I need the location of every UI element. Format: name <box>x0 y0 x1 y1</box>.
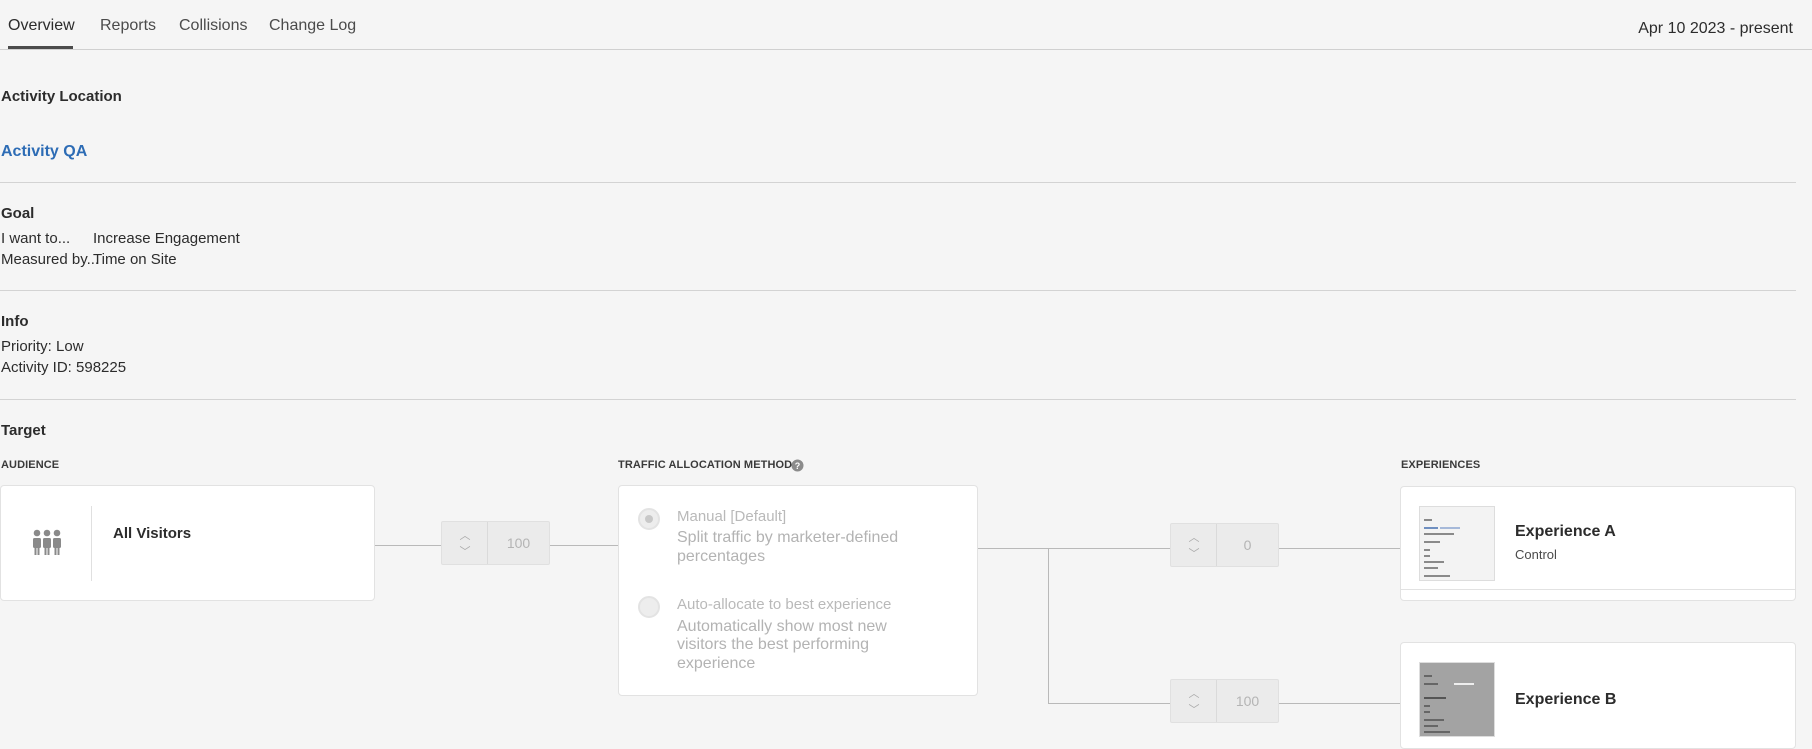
priority-text: Priority: Low <box>1 338 84 355</box>
stepper-arrows: ︿ ﹀ <box>1171 680 1217 722</box>
date-range: Apr 10 2023 - present <box>1638 20 1793 37</box>
tab-reports[interactable]: Reports <box>100 17 156 35</box>
traffic-allocation-header: TRAFFIC ALLOCATION METHOD <box>618 459 793 471</box>
divider <box>0 182 1796 183</box>
tab-overview[interactable]: Overview <box>8 17 75 35</box>
experience-a-name: Experience A <box>1515 523 1616 540</box>
stepper-value[interactable]: 100 <box>488 522 549 564</box>
stepper-value[interactable]: 0 <box>1217 524 1278 566</box>
svg-text:?: ? <box>795 461 801 471</box>
manual-radio[interactable] <box>638 508 660 530</box>
tab-bar: Overview Reports Collisions Change Log A… <box>0 0 1812 50</box>
activity-location-heading: Activity Location <box>1 88 122 105</box>
connector-line <box>1048 548 1049 703</box>
info-heading: Info <box>1 313 29 330</box>
manual-option-title: Manual [Default] <box>677 508 787 525</box>
connector-line <box>1048 703 1170 704</box>
active-tab-indicator <box>8 46 73 49</box>
divider <box>0 290 1796 291</box>
goal-measured-label: Measured by... <box>1 251 100 268</box>
experience-a-card[interactable]: Experience A Control <box>1400 486 1796 601</box>
experience-b-card[interactable]: Experience B <box>1400 642 1796 749</box>
activity-location-link[interactable]: Activity QA <box>1 143 87 161</box>
auto-allocate-option-title: Auto-allocate to best experience <box>677 596 892 613</box>
chevron-down-icon[interactable]: ﹀ <box>459 546 471 558</box>
card-divider <box>91 506 92 581</box>
card-divider <box>1401 589 1795 590</box>
manual-option-desc-line1: Split traffic by marketer-defined <box>677 529 899 546</box>
audience-name: All Visitors <box>113 525 192 542</box>
chevron-up-icon[interactable]: ︿ <box>1188 532 1200 544</box>
chevron-up-icon[interactable]: ︿ <box>1188 688 1200 700</box>
people-group-icon <box>33 529 61 555</box>
goal-measured-value: Time on Site <box>93 251 177 268</box>
help-circle-icon[interactable]: ? <box>791 459 804 472</box>
stepper-arrows: ︿ ﹀ <box>1171 524 1217 566</box>
experience-b-percent-stepper[interactable]: ︿ ﹀ 100 <box>1170 679 1279 723</box>
auto-allocate-radio[interactable] <box>638 596 660 618</box>
connector-line <box>978 548 1170 549</box>
goal-want-value: Increase Engagement <box>93 230 240 247</box>
auto-allocate-desc-line1: Automatically show most new <box>677 618 887 635</box>
connector-line <box>1279 703 1400 704</box>
chevron-up-icon[interactable]: ︿ <box>459 530 471 542</box>
connector-line <box>1279 548 1400 549</box>
activity-id-text: Activity ID: 598225 <box>1 359 127 376</box>
target-heading: Target <box>1 422 46 439</box>
experience-a-percent-stepper[interactable]: ︿ ﹀ 0 <box>1170 523 1279 567</box>
audience-percent-stepper[interactable]: ︿ ﹀ 100 <box>441 521 550 565</box>
divider <box>0 399 1796 400</box>
audience-column-header: AUDIENCE <box>1 459 60 471</box>
experience-b-name: Experience B <box>1515 691 1617 708</box>
goal-want-label: I want to... <box>1 230 71 247</box>
manual-option-desc-line2: percentages <box>677 548 766 565</box>
connector-line <box>550 545 618 546</box>
experience-a-thumbnail <box>1419 506 1495 581</box>
chevron-down-icon[interactable]: ﹀ <box>1188 704 1200 716</box>
experience-a-subtitle: Control <box>1515 547 1557 562</box>
experience-b-thumbnail <box>1419 662 1495 737</box>
connector-line <box>375 545 441 546</box>
stepper-arrows: ︿ ﹀ <box>442 522 488 564</box>
audience-card[interactable]: All Visitors <box>0 485 375 601</box>
auto-allocate-desc-line2: visitors the best performing <box>677 636 870 653</box>
chevron-down-icon[interactable]: ﹀ <box>1188 548 1200 560</box>
goal-heading: Goal <box>1 205 35 222</box>
stepper-value[interactable]: 100 <box>1217 680 1278 722</box>
tab-collisions[interactable]: Collisions <box>179 17 247 35</box>
traffic-allocation-card: Manual [Default] Split traffic by market… <box>618 485 978 696</box>
auto-allocate-desc-line3: experience <box>677 655 756 672</box>
tab-change-log[interactable]: Change Log <box>269 17 356 35</box>
experiences-column-header: EXPERIENCES <box>1401 459 1481 471</box>
